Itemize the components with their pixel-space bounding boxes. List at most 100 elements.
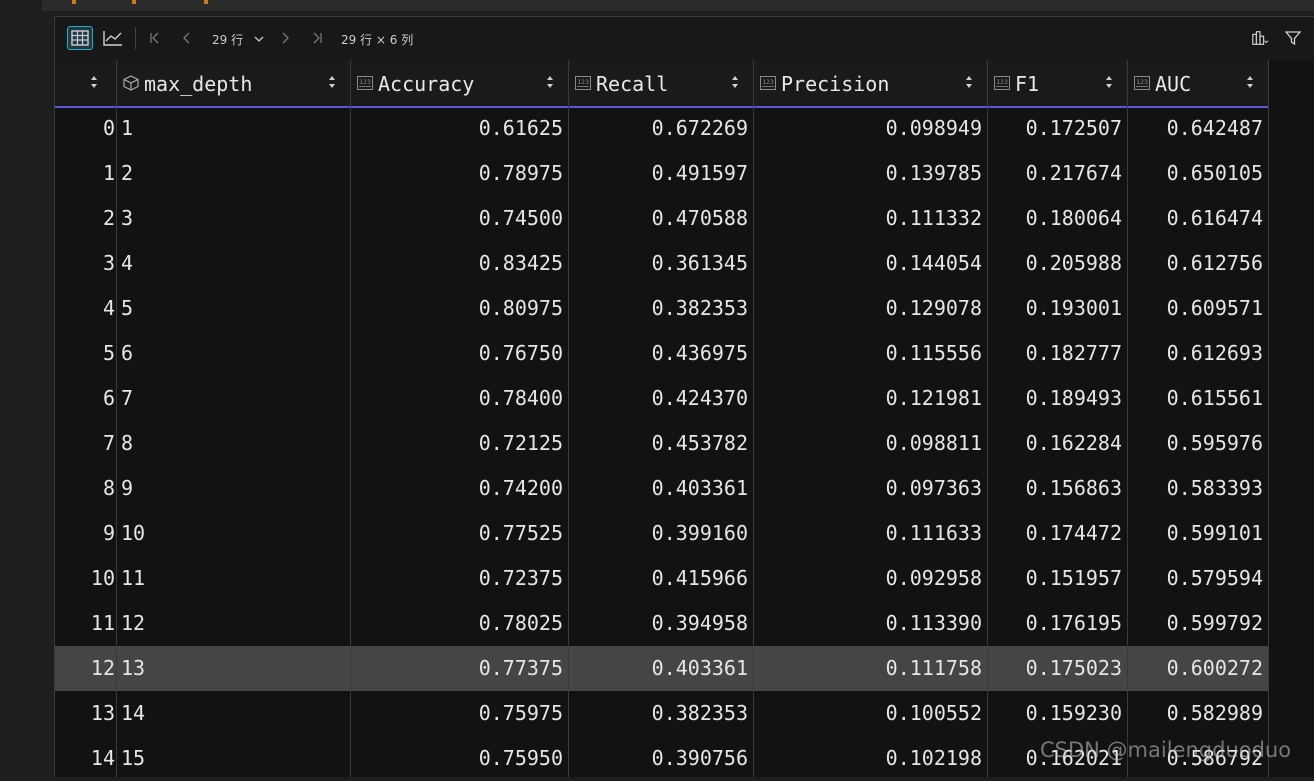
table-cell-recall[interactable]: 0.361345: [569, 241, 754, 286]
table-cell-auc[interactable]: 0.615561: [1128, 376, 1269, 421]
table-row[interactable]: 9 10 0.77525 0.399160 0.111633 0.174472 0.5991…: [55, 511, 1269, 556]
column-header-max-depth[interactable]: max_depth: [117, 60, 351, 106]
table-cell-accuracy[interactable]: 0.83425: [351, 241, 569, 286]
table-cell-accuracy[interactable]: 0.77375: [351, 646, 569, 691]
table-cell-max-depth[interactable]: 6: [117, 331, 351, 376]
table-cell-recall[interactable]: 0.382353: [569, 691, 754, 736]
table-row[interactable]: 5 6 0.76750 0.436975 0.115556 0.182777 0.61269…: [55, 331, 1269, 376]
table-cell-max-depth[interactable]: 10: [117, 511, 351, 556]
row-index[interactable]: 10: [55, 556, 117, 601]
table-row[interactable]: 13 14 0.75975 0.382353 0.100552 0.159230 0.582…: [55, 691, 1269, 736]
table-row[interactable]: 6 7 0.78400 0.424370 0.121981 0.189493 0.61556…: [55, 376, 1269, 421]
sort-icon[interactable]: [731, 74, 739, 90]
table-cell-f1[interactable]: 0.180064: [988, 196, 1128, 241]
table-cell-auc[interactable]: 0.612693: [1128, 331, 1269, 376]
table-cell-recall[interactable]: 0.403361: [569, 646, 754, 691]
table-cell-auc[interactable]: 0.583393: [1128, 466, 1269, 511]
table-row[interactable]: 4 5 0.80975 0.382353 0.129078 0.193001 0.60957…: [55, 286, 1269, 331]
table-row[interactable]: 11 12 0.78025 0.394958 0.113390 0.176195 0.599…: [55, 601, 1269, 646]
table-cell-accuracy[interactable]: 0.78025: [351, 601, 569, 646]
table-cell-precision[interactable]: 0.111758: [754, 646, 988, 691]
table-cell-auc[interactable]: 0.612756: [1128, 241, 1269, 286]
table-cell-f1[interactable]: 0.156863: [988, 466, 1128, 511]
table-cell-precision[interactable]: 0.115556: [754, 331, 988, 376]
table-cell-f1[interactable]: 0.175023: [988, 646, 1128, 691]
table-cell-accuracy[interactable]: 0.72125: [351, 421, 569, 466]
table-cell-auc[interactable]: 0.650105: [1128, 151, 1269, 196]
table-cell-auc[interactable]: 0.595976: [1128, 421, 1269, 466]
table-cell-precision[interactable]: 0.111332: [754, 196, 988, 241]
row-index[interactable]: 4: [55, 286, 117, 331]
column-divider[interactable]: [116, 60, 117, 777]
row-index[interactable]: 13: [55, 691, 117, 736]
table-cell-accuracy[interactable]: 0.72375: [351, 556, 569, 601]
table-cell-max-depth[interactable]: 11: [117, 556, 351, 601]
table-cell-accuracy[interactable]: 0.75950: [351, 736, 569, 781]
table-cell-f1[interactable]: 0.193001: [988, 286, 1128, 331]
table-cell-precision[interactable]: 0.098811: [754, 421, 988, 466]
row-index[interactable]: 14: [55, 736, 117, 781]
table-cell-accuracy[interactable]: 0.77525: [351, 511, 569, 556]
table-cell-precision[interactable]: 0.098949: [754, 106, 988, 151]
table-cell-precision[interactable]: 0.100552: [754, 691, 988, 736]
table-cell-precision[interactable]: 0.111633: [754, 511, 988, 556]
table-row[interactable]: 8 9 0.74200 0.403361 0.097363 0.156863 0.58339…: [55, 466, 1269, 511]
table-cell-accuracy[interactable]: 0.74200: [351, 466, 569, 511]
sort-icon[interactable]: [965, 74, 973, 90]
table-cell-f1[interactable]: 0.151957: [988, 556, 1128, 601]
row-index[interactable]: 7: [55, 421, 117, 466]
table-cell-auc[interactable]: 0.582989: [1128, 691, 1269, 736]
table-cell-recall[interactable]: 0.453782: [569, 421, 754, 466]
table-cell-auc[interactable]: 0.599101: [1128, 511, 1269, 556]
table-row[interactable]: 2 3 0.74500 0.470588 0.111332 0.180064 0.61647…: [55, 196, 1269, 241]
table-cell-f1[interactable]: 0.176195: [988, 601, 1128, 646]
table-cell-recall[interactable]: 0.390756: [569, 736, 754, 781]
table-row[interactable]: 7 8 0.72125 0.453782 0.098811 0.162284 0.59597…: [55, 421, 1269, 466]
sort-icon[interactable]: [546, 74, 554, 90]
table-cell-auc[interactable]: 0.579594: [1128, 556, 1269, 601]
row-index[interactable]: 1: [55, 151, 117, 196]
table-cell-max-depth[interactable]: 8: [117, 421, 351, 466]
filter-button[interactable]: [1284, 29, 1302, 47]
table-view-button[interactable]: [67, 26, 93, 50]
column-header-accuracy[interactable]: 123 Accuracy: [351, 60, 569, 106]
table-cell-accuracy[interactable]: 0.74500: [351, 196, 569, 241]
table-cell-f1[interactable]: 0.189493: [988, 376, 1128, 421]
row-count-select[interactable]: 29 行: [212, 31, 265, 48]
table-cell-f1[interactable]: 0.217674: [988, 151, 1128, 196]
table-cell-precision[interactable]: 0.121981: [754, 376, 988, 421]
sort-icon[interactable]: [328, 74, 336, 90]
table-cell-precision[interactable]: 0.129078: [754, 286, 988, 331]
table-row[interactable]: 10 11 0.72375 0.415966 0.092958 0.151957 0.579…: [55, 556, 1269, 601]
sort-icon[interactable]: [1246, 74, 1254, 90]
sort-icon[interactable]: [1105, 74, 1113, 90]
table-row[interactable]: 1 2 0.78975 0.491597 0.139785 0.217674 0.65010…: [55, 151, 1269, 196]
column-header-precision[interactable]: 123 Precision: [754, 60, 988, 106]
column-divider[interactable]: [350, 60, 351, 777]
table-cell-max-depth[interactable]: 5: [117, 286, 351, 331]
table-cell-max-depth[interactable]: 9: [117, 466, 351, 511]
row-index[interactable]: 12: [55, 646, 117, 691]
column-divider[interactable]: [987, 60, 988, 777]
column-header-recall[interactable]: 123 Recall: [569, 60, 754, 106]
row-index[interactable]: 11: [55, 601, 117, 646]
table-cell-recall[interactable]: 0.470588: [569, 196, 754, 241]
table-cell-accuracy[interactable]: 0.78975: [351, 151, 569, 196]
table-cell-auc[interactable]: 0.616474: [1128, 196, 1269, 241]
row-index[interactable]: 2: [55, 196, 117, 241]
column-divider[interactable]: [568, 60, 569, 777]
table-cell-precision[interactable]: 0.092958: [754, 556, 988, 601]
first-page-button[interactable]: [146, 29, 164, 47]
table-cell-auc[interactable]: 0.642487: [1128, 106, 1269, 151]
column-divider[interactable]: [753, 60, 754, 777]
table-cell-f1[interactable]: 0.174472: [988, 511, 1128, 556]
table-cell-recall[interactable]: 0.491597: [569, 151, 754, 196]
table-cell-precision[interactable]: 0.113390: [754, 601, 988, 646]
table-cell-auc[interactable]: 0.609571: [1128, 286, 1269, 331]
table-cell-recall[interactable]: 0.394958: [569, 601, 754, 646]
row-index[interactable]: 8: [55, 466, 117, 511]
table-cell-auc[interactable]: 0.600272: [1128, 646, 1269, 691]
row-index[interactable]: 5: [55, 331, 117, 376]
table-cell-f1[interactable]: 0.205988: [988, 241, 1128, 286]
table-cell-accuracy[interactable]: 0.80975: [351, 286, 569, 331]
